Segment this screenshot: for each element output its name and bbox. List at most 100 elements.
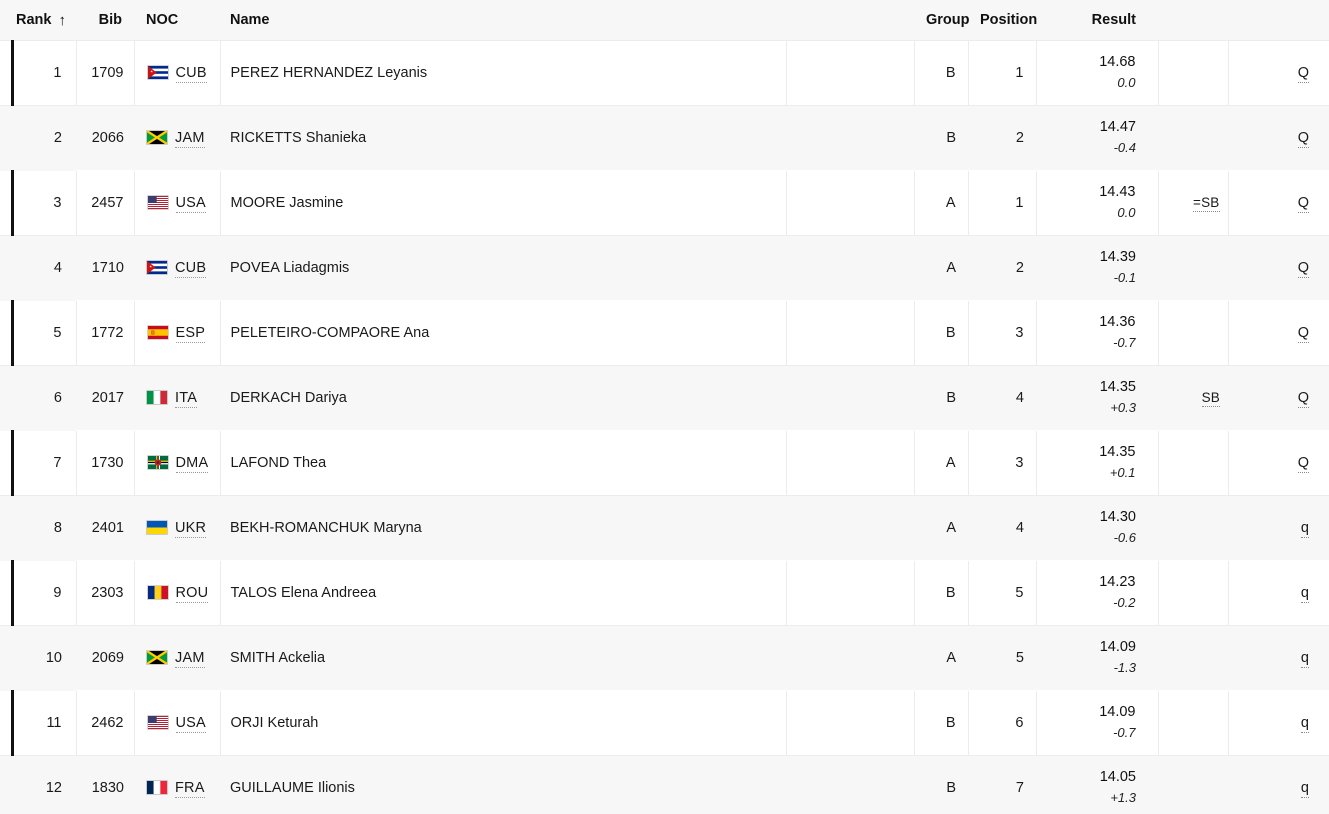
cell-record-mark [1158, 755, 1228, 814]
cell-noc[interactable]: CUB [134, 235, 220, 300]
table-row[interactable]: 5 1772 ESP PELETEIRO-COMPAORE Ana B 3 14.36 -0.… [0, 299, 1329, 366]
qualification-badge: Q [1297, 454, 1309, 473]
result-value: 14.43 [1099, 184, 1136, 201]
cell-name[interactable]: MOORE Jasmine [220, 169, 787, 236]
cell-name[interactable]: RICKETTS Shanieka [220, 105, 786, 170]
cell-noc[interactable]: DMA [134, 429, 221, 496]
table-row[interactable]: 6 2017 ITA DERKACH Dariya B 4 14.35 +0.3 SB Q [0, 365, 1329, 430]
cell-position: 1 [968, 39, 1037, 106]
cell-name[interactable]: PEREZ HERNANDEZ Leyanis [220, 39, 787, 106]
cell-noc[interactable]: JAM [134, 625, 220, 690]
table-row[interactable]: 2 2066 JAM RICKETTS Shanieka B 2 14.47 -0.4 Q [0, 105, 1329, 170]
cell-qualification: Q [1228, 429, 1329, 496]
cell-qualification: Q [1228, 39, 1329, 106]
cell-result: 14.35 +0.1 [1036, 429, 1159, 496]
cell-bib: 1710 [91, 259, 124, 276]
cell-name[interactable]: POVEA Liadagmis [220, 235, 786, 300]
flag-ukr-icon [146, 519, 168, 535]
cell-noc[interactable]: ESP [134, 299, 221, 366]
column-header-bib[interactable]: Bib [76, 0, 134, 40]
cell-qualification: Q [1228, 299, 1329, 366]
qualification-badge: q [1300, 714, 1309, 733]
wind-value: -0.7 [1113, 725, 1136, 741]
cell-name[interactable]: LAFOND Thea [220, 429, 787, 496]
cell-record-mark [1158, 39, 1229, 106]
cell-position: 3 [968, 299, 1037, 366]
cell-name[interactable]: ORJI Keturah [220, 689, 787, 756]
cell-noc[interactable]: USA [134, 689, 221, 756]
cell-noc[interactable]: ROU [134, 559, 221, 626]
cell-noc[interactable]: ITA [134, 365, 220, 430]
cell-result: 14.23 -0.2 [1036, 559, 1159, 626]
sort-ascending-icon[interactable]: ↑ [58, 13, 66, 28]
cell-qualification: q [1228, 755, 1329, 814]
column-header-name[interactable]: Name [220, 0, 786, 40]
cell-name[interactable]: GUILLAUME Ilionis [220, 755, 786, 814]
cell-spacer [786, 235, 914, 300]
qualification-badge: Q [1297, 324, 1309, 343]
column-header-qualification [1228, 0, 1329, 40]
cell-spacer [786, 429, 915, 496]
wind-value: -0.7 [1113, 335, 1136, 351]
athlete-name: SMITH Ackelia [230, 649, 326, 666]
cell-record-mark [1158, 559, 1229, 626]
table-row[interactable]: 9 2303 ROU TALOS Elena Andreea B 5 14.23 -0.2 q [0, 559, 1329, 626]
cell-bib: 2017 [91, 389, 124, 406]
table-row[interactable]: 7 1730 DMA LAFOND Thea A 3 14.35 +0.1 Q [0, 429, 1329, 496]
column-header-rank[interactable]: Rank ↑ [0, 0, 76, 40]
cell-noc[interactable]: FRA [134, 755, 220, 814]
column-header-noc[interactable]: NOC [134, 0, 220, 40]
table-row[interactable]: 10 2069 JAM SMITH Ackelia A 5 14.09 -1.3 q [0, 625, 1329, 690]
table-row[interactable]: 11 2462 USA ORJI Keturah B 6 14.09 -0.7 q [0, 689, 1329, 756]
cell-name[interactable]: SMITH Ackelia [220, 625, 786, 690]
cell-noc[interactable]: JAM [134, 105, 220, 170]
cell-record-mark [1158, 495, 1228, 560]
result-value: 14.05 [1099, 769, 1136, 786]
cell-noc[interactable]: UKR [134, 495, 220, 560]
wind-value: -0.4 [1113, 140, 1136, 156]
cell-record-mark [1158, 105, 1228, 170]
athlete-name: POVEA Liadagmis [230, 259, 350, 276]
column-header-spacer [786, 0, 914, 40]
column-header-position[interactable]: Position [968, 0, 1037, 40]
cell-rank: 5 [0, 299, 77, 366]
cell-name[interactable]: TALOS Elena Andreea [220, 559, 787, 626]
qualification-badge: q [1300, 779, 1309, 798]
cell-rank: 12 [45, 779, 62, 796]
flag-cub-icon [146, 64, 169, 80]
cell-name[interactable]: PELETEIRO-COMPAORE Ana [220, 299, 787, 366]
table-row[interactable]: 3 2457 USA MOORE Jasmine A 1 14.43 0.0 =SB Q [0, 169, 1329, 236]
wind-value: -0.6 [1113, 530, 1136, 546]
table-row[interactable]: 8 2401 UKR BEKH-ROMANCHUK Maryna A 4 14.30 -0.6… [0, 495, 1329, 560]
cell-bib: 2457 [76, 169, 135, 236]
header-row: Rank ↑ Bib NOC Name Group Position Result [0, 0, 1329, 40]
cell-name[interactable]: BEKH-ROMANCHUK Maryna [220, 495, 786, 560]
table-row[interactable]: 12 1830 FRA GUILLAUME Ilionis B 7 14.05 +1.3 q [0, 755, 1329, 814]
result-value: 14.47 [1099, 119, 1136, 136]
cell-spacer [786, 559, 915, 626]
cell-name[interactable]: DERKACH Dariya [220, 365, 786, 430]
table-row[interactable]: 4 1710 CUB POVEA Liadagmis A 2 14.39 -0.1 Q [0, 235, 1329, 300]
result-value: 14.09 [1099, 704, 1136, 721]
qualification-badge: q [1300, 649, 1309, 668]
cell-noc[interactable]: CUB [134, 39, 221, 106]
column-header-group[interactable]: Group [914, 0, 970, 40]
cell-qualification: Q [1228, 235, 1329, 300]
table-body: 1 1709 CUB PEREZ HERNANDEZ Leyanis B 1 14.68 0.… [0, 39, 1329, 814]
table-row[interactable]: 1 1709 CUB PEREZ HERNANDEZ Leyanis B 1 14.68 0.… [0, 39, 1329, 106]
cell-rank: 9 [0, 559, 77, 626]
cell-position: 5 [1015, 649, 1024, 666]
cell-result: 14.30 -0.6 [1036, 495, 1158, 560]
table-header: Rank ↑ Bib NOC Name Group Position Result [0, 0, 1329, 40]
noc-code: JAM [175, 649, 205, 668]
cell-group: B [914, 559, 969, 626]
cell-noc[interactable]: USA [134, 169, 221, 236]
cell-qualification: Q [1228, 365, 1329, 430]
noc-code: USA [175, 194, 206, 213]
column-header-result[interactable]: Result [1036, 0, 1158, 40]
noc-code: CUB [175, 64, 207, 83]
wind-value: +1.3 [1110, 790, 1136, 806]
cell-result: 14.09 -0.7 [1036, 689, 1159, 756]
flag-jam-icon [146, 129, 168, 145]
cell-record-mark [1158, 299, 1229, 366]
